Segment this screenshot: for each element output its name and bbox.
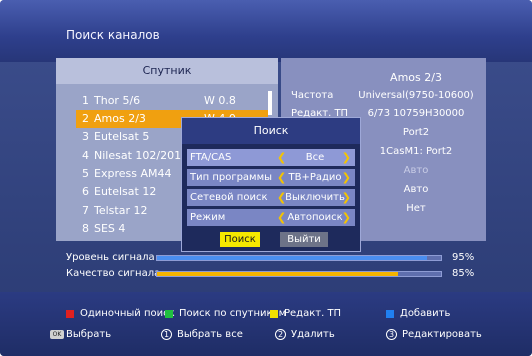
info-value-port: 1CasM1: Port2 <box>379 146 453 157</box>
hint-label: Выбрать <box>66 329 112 340</box>
option-label: Тип программы <box>190 172 273 183</box>
chevron-right-icon[interactable]: ❯ <box>342 209 351 226</box>
title-bar: Поиск каналов <box>0 0 532 62</box>
dialog-title: Поиск <box>182 118 360 144</box>
key-2-icon: 2 <box>275 329 286 340</box>
option-value: Выключить <box>285 192 345 203</box>
satellite-number: 3 <box>82 130 89 143</box>
hint-label: Выбрать все <box>177 329 243 340</box>
yellow-key-icon <box>270 310 278 318</box>
search-button[interactable]: Поиск <box>220 232 260 247</box>
signal-level-bar <box>156 255 442 261</box>
satellite-name: Eutelsat 5 <box>94 130 150 143</box>
satellite-number: 6 <box>82 185 89 198</box>
red-key-icon <box>66 310 74 318</box>
option-network-search[interactable]: Сетевой поиск ❮ Выключить ❯ <box>187 189 355 206</box>
option-program-type[interactable]: Тип программы ❮ ТВ+Радио ❯ <box>187 169 355 186</box>
footer-hints: Одиночный поиск Поиск по спутникам Редак… <box>0 292 532 356</box>
info-value-tp: 6/73 10759H30000 <box>367 108 465 119</box>
satellite-name: Amos 2/3 <box>94 112 146 125</box>
option-selector[interactable]: ❮ ТВ+Радио ❯ <box>275 169 355 186</box>
search-dialog: Поиск FTA/CAS ❮ Все ❯ Тип программы ❮ ТВ… <box>181 117 361 252</box>
satellite-number: 8 <box>82 222 89 235</box>
satellite-number: 4 <box>82 149 89 162</box>
option-mode[interactable]: Режим ❮ Автопоиск ❯ <box>187 209 355 226</box>
satellite-name: Express AM44 <box>94 167 172 180</box>
exit-button[interactable]: Выйти <box>280 232 328 247</box>
hint-label: Редактировать <box>402 329 482 340</box>
chevron-right-icon[interactable]: ❯ <box>342 149 351 166</box>
satellite-list-header: Спутник <box>56 58 278 84</box>
blue-key-icon <box>386 310 394 318</box>
hint-label: Удалить <box>291 329 335 340</box>
hint-label: Одиночный поиск <box>80 308 175 319</box>
green-key-icon <box>165 310 173 318</box>
key-1-icon: 1 <box>161 329 172 340</box>
list-scrollbar[interactable] <box>268 91 272 115</box>
satellite-number: 5 <box>82 167 89 180</box>
hint-label: Добавить <box>400 308 451 319</box>
info-value-auto-2: Авто <box>403 184 429 195</box>
signal-level-fill <box>157 256 427 260</box>
signal-quality-bar <box>156 271 442 277</box>
satellite-name: SES 4 <box>94 222 126 235</box>
option-label: Сетевой поиск <box>190 192 268 203</box>
option-selector[interactable]: ❮ Автопоиск ❯ <box>275 209 355 226</box>
satellite-number: 7 <box>82 204 89 217</box>
option-fta-cas[interactable]: FTA/CAS ❮ Все ❯ <box>187 149 355 166</box>
info-satellite-name: Amos 2/3 <box>390 71 442 84</box>
satellite-name: Telstar 12 <box>94 204 148 217</box>
signal-level-label: Уровень сигнала <box>66 252 155 263</box>
hint-label: Редакт. ТП <box>284 308 342 319</box>
signal-quality-percent: 85% <box>452 268 475 279</box>
option-value: Все <box>305 152 325 163</box>
satellite-number: 2 <box>82 112 89 125</box>
satellite-item-1[interactable]: 1 Thor 5/6 W 0.8 <box>56 92 268 110</box>
satellite-name: Thor 5/6 <box>94 94 141 107</box>
info-value-none: Нет <box>406 203 426 214</box>
option-value: Автопоиск <box>287 212 343 223</box>
key-3-icon: 3 <box>386 329 397 340</box>
ok-key-icon: OK <box>50 330 64 339</box>
option-selector[interactable]: ❮ Все ❯ <box>275 149 355 166</box>
signal-quality-label: Качество сигнала <box>66 268 161 279</box>
satellite-name: Nilesat 102/201 <box>94 149 182 162</box>
option-label: Режим <box>190 212 226 223</box>
option-value: ТВ+Радио <box>288 172 342 183</box>
satellite-name: Eutelsat 12 <box>94 185 157 198</box>
page-title: Поиск каналов <box>66 28 160 42</box>
info-label-frequency: Частота <box>291 90 334 101</box>
info-value-diseqc: Port2 <box>402 127 430 138</box>
satellite-number: 1 <box>82 94 89 107</box>
satellite-position: W 0.8 <box>204 94 236 107</box>
signal-level-percent: 95% <box>452 252 475 263</box>
chevron-right-icon[interactable]: ❯ <box>342 189 351 206</box>
tv-screen: Поиск каналов Спутник 1 Thor 5/6 W 0.8 2… <box>0 0 532 356</box>
option-selector[interactable]: ❮ Выключить ❯ <box>275 189 355 206</box>
signal-quality-fill <box>157 272 399 276</box>
info-value-auto-1: Авто <box>403 165 429 176</box>
info-value-lnb: Universal(9750-10600) <box>358 90 474 101</box>
option-label: FTA/CAS <box>190 152 232 163</box>
chevron-right-icon[interactable]: ❯ <box>342 169 351 186</box>
